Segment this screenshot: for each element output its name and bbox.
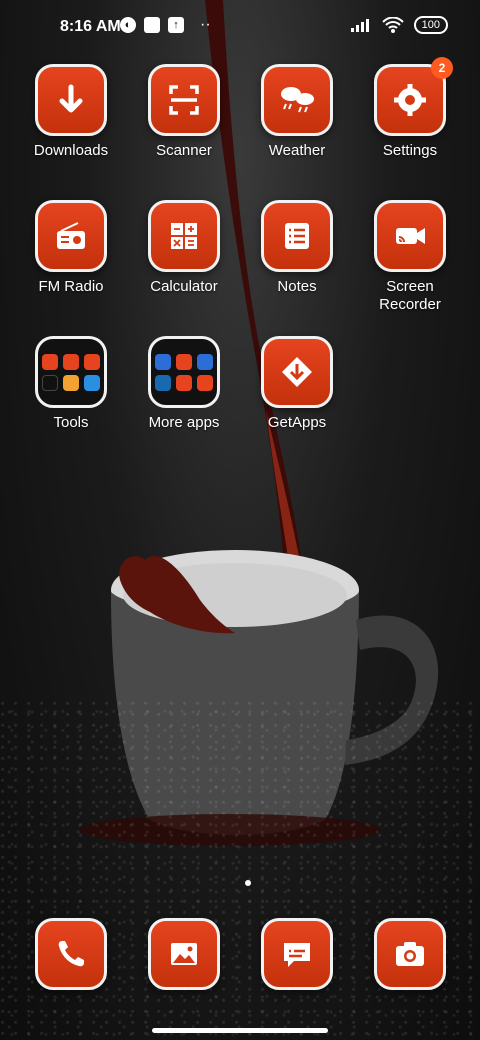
folder-icon — [35, 336, 107, 408]
radio-icon — [35, 200, 107, 272]
status-left-icons: ◐ ↑ ·· — [120, 16, 211, 34]
dock-phone[interactable] — [15, 918, 127, 990]
app-label: Notes — [277, 278, 317, 295]
battery-icon: 100 — [413, 16, 448, 34]
folder-app-icon — [197, 374, 213, 391]
signal-icon — [350, 19, 369, 32]
app-label: More apps — [148, 414, 220, 431]
folder-tools[interactable]: Tools — [15, 336, 127, 432]
upload-icon: ↑ — [168, 17, 184, 33]
app-label: Calculator — [150, 278, 218, 295]
dock-gallery[interactable] — [128, 918, 240, 990]
folder-app-icon — [176, 353, 192, 370]
wifi-icon — [381, 17, 404, 33]
notes-icon — [261, 200, 333, 272]
app-getapps[interactable]: GetApps — [241, 336, 353, 432]
download-icon — [35, 64, 107, 136]
app-label: Downloads — [33, 142, 109, 159]
more-notifications-icon: ·· — [200, 16, 211, 33]
home-gesture-bar[interactable] — [152, 1028, 328, 1033]
app-weather[interactable]: Weather — [241, 64, 353, 160]
app-scanner[interactable]: Scanner — [128, 64, 240, 160]
folder-app-icon — [42, 374, 58, 391]
folder-app-icon — [63, 374, 79, 391]
app-label: Scanner — [156, 142, 212, 159]
status-bar: 8:16 AM ◐ ↑ ·· 100 — [0, 0, 480, 56]
calculator-icon — [148, 200, 220, 272]
dock-messages[interactable] — [241, 918, 353, 990]
scanner-icon — [148, 64, 220, 136]
folder-app-icon — [155, 353, 171, 370]
notification-icon: ◐ — [120, 17, 136, 33]
app-screen-recorder[interactable]: Screen Recorder — [354, 200, 466, 314]
status-right-icons: 100 — [350, 16, 448, 34]
page-indicator — [245, 880, 251, 886]
app-label: Tools — [53, 414, 89, 431]
app-downloads[interactable]: Downloads — [15, 64, 127, 160]
gallery-icon — [148, 918, 220, 990]
dock-camera[interactable] — [354, 918, 466, 990]
folder-more-apps[interactable]: More apps — [128, 336, 240, 432]
app-label: Screen Recorder — [379, 278, 441, 313]
app-label: Weather — [268, 142, 326, 159]
folder-app-icon — [84, 353, 100, 370]
getapps-icon — [261, 336, 333, 408]
weather-icon — [261, 64, 333, 136]
app-label: Settings — [382, 142, 438, 159]
folder-icon — [148, 336, 220, 408]
notification-badge: 2 — [431, 57, 453, 79]
screen-recorder-icon — [374, 200, 446, 272]
status-time: 8:16 AM — [60, 18, 121, 35]
app-label: FM Radio — [38, 278, 104, 295]
phone-icon — [35, 918, 107, 990]
folder-app-icon — [176, 374, 192, 391]
square-icon — [144, 17, 160, 33]
folder-app-icon — [197, 353, 213, 370]
app-label: GetApps — [267, 414, 327, 431]
settings-icon: 2 — [374, 57, 453, 136]
folder-app-icon — [63, 353, 79, 370]
folder-app-icon — [155, 374, 171, 391]
folder-app-icon — [42, 353, 58, 370]
app-settings[interactable]: 2 Settings — [354, 57, 466, 160]
camera-icon — [374, 918, 446, 990]
app-notes[interactable]: Notes — [241, 200, 353, 296]
folder-app-icon — [84, 374, 100, 391]
dock — [0, 918, 480, 994]
messages-icon — [261, 918, 333, 990]
app-fm-radio[interactable]: FM Radio — [15, 200, 127, 296]
app-calculator[interactable]: Calculator — [128, 200, 240, 296]
